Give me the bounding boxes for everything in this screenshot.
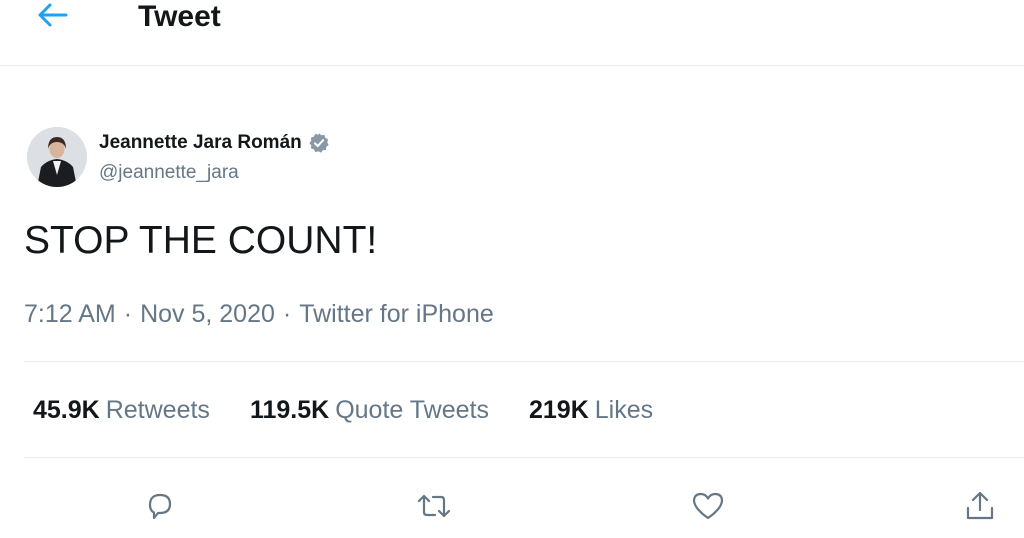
- verified-badge-icon: [308, 132, 330, 154]
- tweet-text: STOP THE COUNT!: [24, 219, 378, 262]
- likes-label: Likes: [594, 396, 654, 424]
- author-name[interactable]: Jeannette Jara Román: [99, 130, 330, 156]
- quote-tweets-label: Quote Tweets: [335, 396, 489, 424]
- arrow-left-icon: [38, 3, 68, 27]
- likes-stat[interactable]: 219K Likes: [529, 394, 653, 426]
- author-handle[interactable]: @jeannette_jara: [99, 161, 239, 185]
- tweet-meta: 7:12 AM · Nov 5, 2020 · Twitter for iPho…: [24, 298, 494, 330]
- heart-icon: [692, 492, 724, 520]
- page-title: Tweet: [138, 0, 221, 33]
- tweet-date[interactable]: Nov 5, 2020: [140, 298, 275, 330]
- share-button[interactable]: [960, 486, 1000, 526]
- retweets-stat[interactable]: 45.9K Retweets: [33, 394, 210, 426]
- tweet-stats: 45.9K Retweets 119.5K Quote Tweets 219K Lik…: [33, 394, 653, 426]
- retweets-label: Retweets: [105, 396, 210, 424]
- quote-tweets-stat[interactable]: 119.5K Quote Tweets: [250, 394, 489, 426]
- reply-icon: [148, 493, 172, 520]
- divider: [24, 457, 1024, 458]
- tweet-time[interactable]: 7:12 AM: [24, 298, 116, 330]
- tweet-source[interactable]: Twitter for iPhone: [299, 298, 494, 330]
- avatar-image: [27, 127, 87, 187]
- meta-separator: ·: [123, 300, 133, 328]
- retweets-count: 45.9K: [33, 396, 100, 424]
- divider: [24, 361, 1024, 362]
- page-header: Tweet: [0, 0, 1024, 66]
- share-icon: [966, 491, 994, 520]
- back-button[interactable]: [32, 0, 72, 30]
- tweet-page: Tweet Jeannette Jara Román @jeannette_ja…: [0, 0, 1024, 538]
- quote-tweets-count: 119.5K: [249, 396, 330, 424]
- like-button[interactable]: [688, 486, 728, 526]
- reply-button[interactable]: [140, 486, 180, 526]
- avatar[interactable]: [27, 127, 87, 187]
- likes-count: 219K: [528, 396, 589, 424]
- retweet-icon: [417, 494, 451, 518]
- retweet-button[interactable]: [414, 486, 454, 526]
- author-name-text: Jeannette Jara Román: [99, 132, 302, 153]
- meta-separator: ·: [282, 300, 292, 328]
